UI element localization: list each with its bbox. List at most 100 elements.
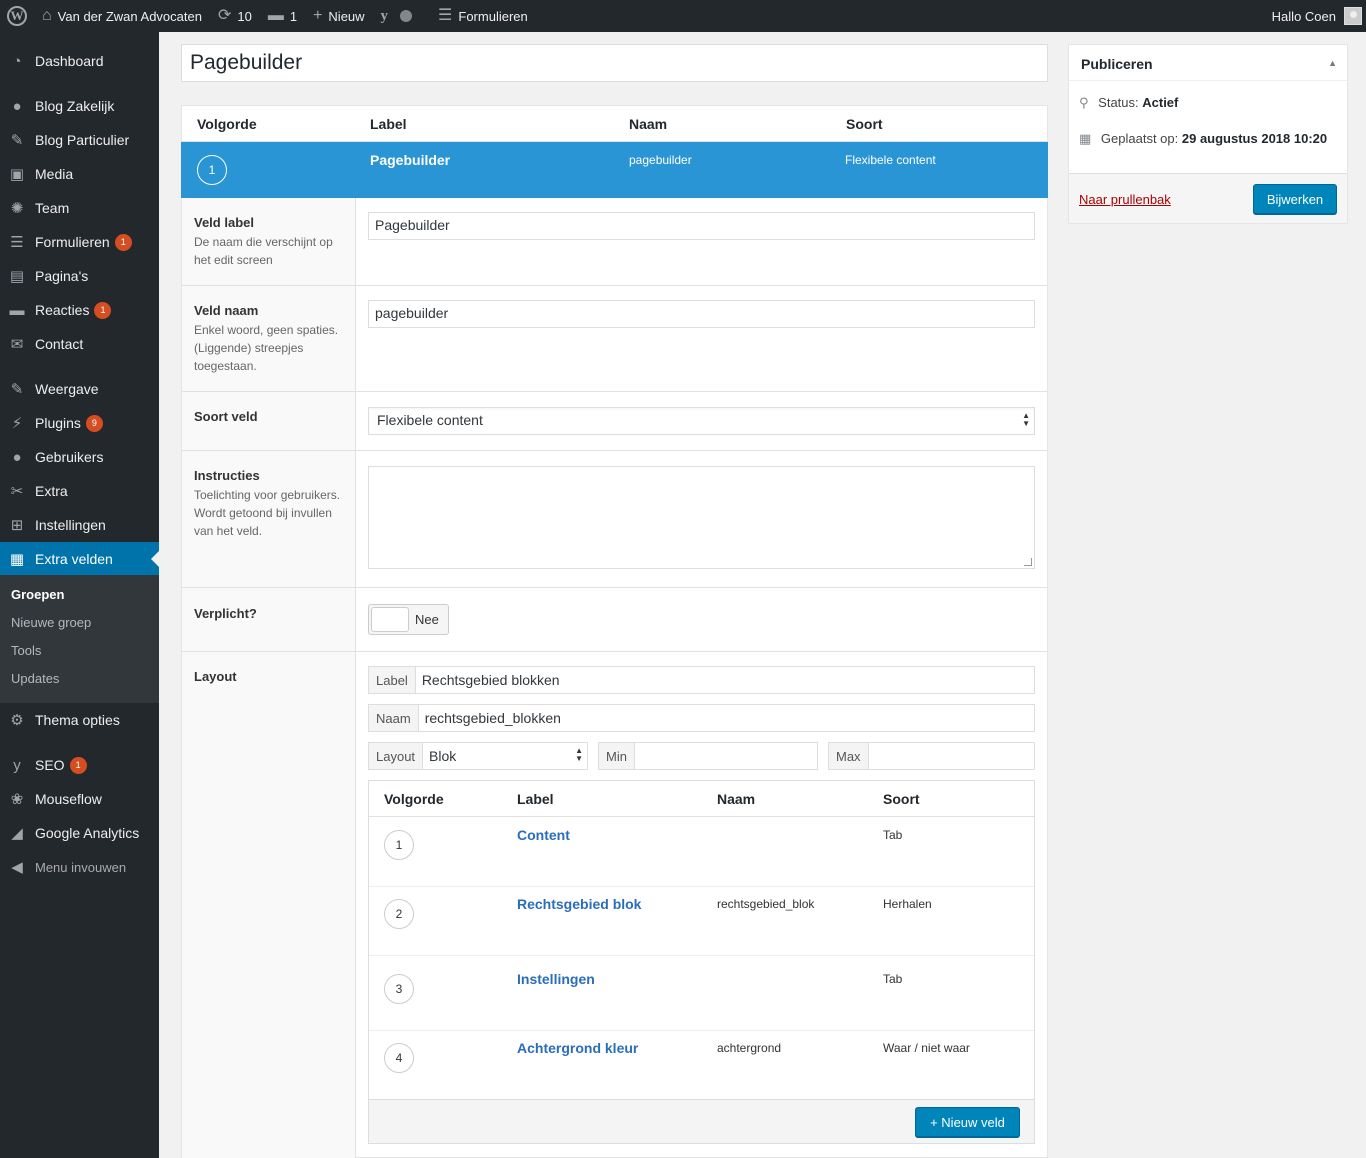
trash-link[interactable]: Naar prullenbak <box>1079 192 1171 207</box>
instructies-textarea[interactable] <box>368 466 1035 569</box>
update-button[interactable]: Bijwerken <box>1253 184 1337 214</box>
sidebar-item-label: Thema opties <box>35 712 120 728</box>
new-field-button[interactable]: + Nieuw veld <box>915 1107 1020 1137</box>
sidebar-item-contact[interactable]: ✉ Contact <box>0 327 159 361</box>
row-label-link[interactable]: Content <box>517 827 570 843</box>
submenu-item-updates[interactable]: Updates <box>11 671 59 686</box>
layout-type-select[interactable]: Layout Blok ▲ ▼ <box>368 742 588 770</box>
sidebar-item-gebruikers[interactable]: ● Gebruikers <box>0 440 159 474</box>
sidebar-item-seo[interactable]: y SEO 1 <box>0 748 159 782</box>
sidebar-item-reacties[interactable]: ▬ Reacties 1 <box>0 293 159 327</box>
field-type: Flexibele content <box>845 153 936 167</box>
layout-label-prefix: Label <box>369 667 416 693</box>
row-order-badge[interactable]: 3 <box>384 974 414 1004</box>
sub-header-soort: Soort <box>883 791 920 807</box>
sidebar-item-team[interactable]: ✺ Team <box>0 191 159 225</box>
appearance-icon: ✎ <box>10 380 24 398</box>
veld-naam-input[interactable]: pagebuilder <box>368 300 1035 328</box>
publish-title: Publiceren <box>1081 56 1153 72</box>
wordpress-logo-icon: W <box>7 6 27 26</box>
table-row[interactable]: 3 Instellingen Tab <box>369 962 1034 1031</box>
sub-header-label: Label <box>517 791 554 807</box>
table-row[interactable]: 2 Rechtsgebied blok rechtsgebied_blok He… <box>369 887 1034 956</box>
sidebar-item-label: Menu invouwen <box>35 859 127 875</box>
notification-badge: 9 <box>85 414 103 432</box>
layout-type-wrapper: Blok ▲ ▼ <box>423 743 587 769</box>
site-name: Van der Zwan Advocaten <box>57 8 202 24</box>
layout-max-input[interactable]: Max <box>828 742 1035 770</box>
gear-icon: ⚙ <box>10 711 24 729</box>
users-icon: ● <box>12 448 22 466</box>
divider <box>182 285 1047 286</box>
toggle-knob <box>371 607 409 632</box>
verplicht-title: Verplicht? <box>194 606 257 621</box>
sidebar-item-label: Extra <box>35 483 68 499</box>
sub-fields-footer: + Nieuw veld <box>369 1099 1034 1143</box>
account-menu[interactable]: Hallo Coen <box>1264 0 1366 32</box>
sidebar-item-media[interactable]: ▣ Media <box>0 157 159 191</box>
sidebar-item-weergave[interactable]: ✎ Weergave <box>0 372 159 406</box>
new-label: Nieuw <box>328 8 365 24</box>
sidebar-item-dashboard[interactable]: ◔ Dashboard <box>0 44 159 78</box>
updates-menu[interactable]: ⟳ 10 <box>210 0 260 32</box>
sidebar-item-pagina-s[interactable]: ▤ Pagina's <box>0 259 159 293</box>
submenu-item-tools[interactable]: Tools <box>11 643 41 658</box>
sidebar-item-formulieren[interactable]: ☰ Formulieren 1 <box>0 225 159 259</box>
layout-label-input[interactable]: Label Rechtsgebied blokken <box>368 666 1035 694</box>
table-row[interactable]: 1 Content Tab <box>369 818 1034 887</box>
sidebar-item-label: Mouseflow <box>35 791 102 807</box>
notification-badge: 1 <box>69 756 87 774</box>
new-content-menu[interactable]: + Nieuw <box>305 0 372 32</box>
title-input[interactable]: Pagebuilder <box>181 44 1048 82</box>
table-row[interactable]: 4 Achtergrond kleur achtergrond Waar / n… <box>369 1031 1034 1100</box>
sub-fields-header: Volgorde Label Naam Soort <box>369 781 1034 817</box>
field-label-link[interactable]: Pagebuilder <box>370 152 450 168</box>
analytics-icon: ◢ <box>11 824 23 842</box>
site-name-menu[interactable]: ⌂ Van der Zwan Advocaten <box>34 0 210 32</box>
verplicht-toggle[interactable]: Nee <box>368 604 449 635</box>
sidebar-item-blog-zakelijk[interactable]: ● Blog Zakelijk <box>0 89 159 123</box>
row-label-link[interactable]: Rechtsgebied blok <box>517 896 641 912</box>
posted-time: 10:20 <box>1293 131 1328 146</box>
sidebar-item-label: Gebruikers <box>35 449 104 465</box>
submenu-item-groepen[interactable]: Groepen <box>11 587 64 602</box>
soort-veld-select[interactable]: Flexibele content ▲ ▼ <box>368 407 1035 435</box>
wp-logo-menu[interactable]: W <box>0 0 34 32</box>
sidebar-item-extra[interactable]: ✂ Extra <box>0 474 159 508</box>
comment-icon: ▬ <box>267 7 284 24</box>
veld-label-input[interactable]: Pagebuilder <box>368 212 1035 240</box>
submenu-item-nieuwe-groep[interactable]: Nieuwe groep <box>11 615 91 630</box>
active-field-row[interactable]: 1 Pagebuilder pagebuilder Flexibele cont… <box>181 142 1048 198</box>
publish-header[interactable]: Publiceren ▲ <box>1069 45 1347 81</box>
sidebar-item-thema-opties[interactable]: ⚙ Thema opties <box>0 703 159 737</box>
row-order-badge[interactable]: 4 <box>384 1043 414 1073</box>
sidebar-item-plugins[interactable]: ⚡ Plugins 9 <box>0 406 159 440</box>
row-order-badge[interactable]: 1 <box>384 830 414 860</box>
sidebar-item-label: Formulieren <box>35 234 110 250</box>
sidebar-item-google-analytics[interactable]: ◢ Google Analytics <box>0 816 159 850</box>
sidebar-item-instellingen[interactable]: ⊞ Instellingen <box>0 508 159 542</box>
row-label-link[interactable]: Achtergrond kleur <box>517 1040 638 1056</box>
yoast-menu[interactable]: y <box>373 0 421 32</box>
forms-menu[interactable]: ☰ Formulieren <box>430 0 536 32</box>
fields-icon: ▦ <box>9 550 25 568</box>
publish-box: Publiceren ▲ ⚲ Status: Actief ▦ Geplaats… <box>1068 44 1348 224</box>
sidebar-item-menu-invouwen[interactable]: ◀ Menu invouwen <box>0 850 159 884</box>
sidebar-item-mouseflow[interactable]: ❀ Mouseflow <box>0 782 159 816</box>
field-order-badge[interactable]: 1 <box>197 155 227 185</box>
posted-label: Geplaatst op: <box>1100 131 1179 146</box>
row-label-link[interactable]: Instellingen <box>517 971 595 987</box>
sidebar-item-label: Extra velden <box>35 551 113 567</box>
layout-min-input[interactable]: Min <box>598 742 818 770</box>
home-icon: ⌂ <box>42 7 52 24</box>
comments-menu[interactable]: ▬ 1 <box>260 0 305 32</box>
tools-icon: ✂ <box>10 482 24 500</box>
layout-name-input[interactable]: Naam rechtsgebied_blokken <box>368 704 1035 732</box>
posted-line: ▦ Geplaatst op: 29 augustus 2018 10:20 <box>1079 129 1339 149</box>
settings-icon: ⊞ <box>10 516 24 534</box>
sidebar-item-extra-velden[interactable]: ▦ Extra velden <box>0 542 159 576</box>
row-order-badge[interactable]: 2 <box>384 899 414 929</box>
sub-header-naam: Naam <box>717 791 756 807</box>
collapse-arrow-icon[interactable]: ▲ <box>1328 58 1337 68</box>
sidebar-item-blog-particulier[interactable]: ✎ Blog Particulier <box>0 123 159 157</box>
